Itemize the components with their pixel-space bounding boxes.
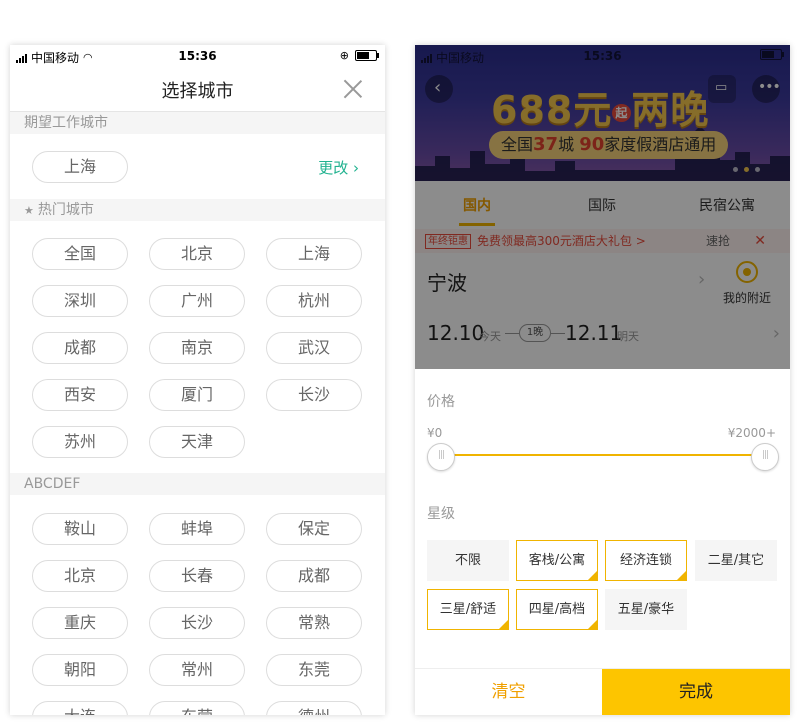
battery-icon — [355, 50, 379, 61]
city-option[interactable]: 常熟 — [266, 607, 362, 639]
city-option[interactable]: 大连 — [32, 701, 128, 715]
price-slider-min-handle[interactable] — [427, 443, 455, 471]
city-option[interactable]: 保定 — [266, 513, 362, 545]
star-option[interactable]: 二星/其它 — [695, 540, 777, 581]
city-option[interactable]: 长春 — [149, 560, 245, 592]
page-title: 选择城市 — [161, 81, 234, 102]
current-city-pill: 上海 — [32, 151, 128, 183]
city-option[interactable]: 厦门 — [149, 379, 245, 411]
status-bar: 中国移动 15:36 — [415, 45, 790, 67]
star-label: 星级 — [427, 506, 455, 522]
filter-panel: 价格 ¥0 ¥2000+ 星级 不限客栈/公寓经济连锁二星/其它三星/舒适四星/… — [415, 369, 790, 715]
star-option[interactable]: 四星/高档 — [516, 589, 598, 630]
done-button[interactable]: 完成 — [602, 669, 790, 715]
price-min-label: ¥0 — [427, 426, 443, 440]
header: 选择城市 — [10, 67, 385, 112]
clear-button[interactable]: 清空 — [415, 669, 602, 715]
city-option[interactable]: 广州 — [149, 285, 245, 317]
close-icon[interactable] — [343, 79, 363, 99]
city-option[interactable]: 苏州 — [32, 426, 128, 458]
city-option[interactable]: 全国 — [32, 238, 128, 270]
city-option[interactable]: 成都 — [266, 560, 362, 592]
price-max-label: ¥2000+ — [727, 426, 776, 440]
clock: 15:36 — [583, 49, 622, 63]
city-option[interactable]: 长沙 — [266, 379, 362, 411]
city-option[interactable]: 杭州 — [266, 285, 362, 317]
price-label: 价格 — [427, 394, 455, 410]
modal-overlay[interactable] — [415, 45, 790, 369]
city-option[interactable]: 东莞 — [266, 654, 362, 686]
city-option[interactable]: 上海 — [266, 238, 362, 270]
section-label: 期望工作城市 — [24, 115, 108, 131]
section-hot: ★ 热门城市 — [10, 199, 385, 221]
city-option[interactable]: 西安 — [32, 379, 128, 411]
city-option[interactable]: 蚌埠 — [149, 513, 245, 545]
star-option[interactable]: 三星/舒适 — [427, 589, 509, 630]
section-alpha: ABCDEF — [10, 473, 385, 495]
star-option[interactable]: 经济连锁 — [605, 540, 687, 581]
city-option[interactable]: 德州 — [266, 701, 362, 715]
star-option[interactable]: 五星/豪华 — [605, 589, 687, 630]
orientation-lock-icon: ⊕ — [339, 49, 349, 62]
city-option[interactable]: 常州 — [149, 654, 245, 686]
hotel-filter-screen: ‹ ▭ ••• 688元 起两晚 全国37城 90家度假酒店通用 国内 国际 民宿… — [415, 45, 790, 715]
section-label: ABCDEF — [24, 476, 81, 492]
city-option[interactable]: 武汉 — [266, 332, 362, 364]
city-option[interactable]: 东营 — [149, 701, 245, 715]
action-bar: 清空 完成 — [415, 668, 790, 715]
city-option[interactable]: 南京 — [149, 332, 245, 364]
city-option[interactable]: 成都 — [32, 332, 128, 364]
price-slider-track[interactable] — [441, 454, 763, 456]
city-option[interactable]: 北京 — [149, 238, 245, 270]
star-option[interactable]: 客栈/公寓 — [516, 540, 598, 581]
battery-icon — [760, 49, 784, 60]
city-select-screen: 中国移动 ◠ 15:36 ⊕ 选择城市 期望工作城市 上海 更改 › ★ 热门城市… — [10, 45, 385, 715]
section-label: 热门城市 — [37, 202, 94, 218]
city-option[interactable]: 深圳 — [32, 285, 128, 317]
star-option[interactable]: 不限 — [427, 540, 509, 581]
city-option[interactable]: 长沙 — [149, 607, 245, 639]
change-city-link[interactable]: 更改 › — [318, 157, 359, 178]
city-option[interactable]: 重庆 — [32, 607, 128, 639]
city-option[interactable]: 朝阳 — [32, 654, 128, 686]
change-label: 更改 — [318, 159, 349, 177]
section-expected: 期望工作城市 — [10, 112, 385, 134]
star-icon: ★ — [24, 204, 34, 217]
status-bar: 中国移动 ◠ 15:36 ⊕ — [10, 45, 385, 67]
city-option[interactable]: 北京 — [32, 560, 128, 592]
city-option[interactable]: 天津 — [149, 426, 245, 458]
chevron-right-icon: › — [353, 159, 359, 177]
price-slider-max-handle[interactable] — [751, 443, 779, 471]
clock: 15:36 — [178, 49, 217, 63]
city-option[interactable]: 鞍山 — [32, 513, 128, 545]
